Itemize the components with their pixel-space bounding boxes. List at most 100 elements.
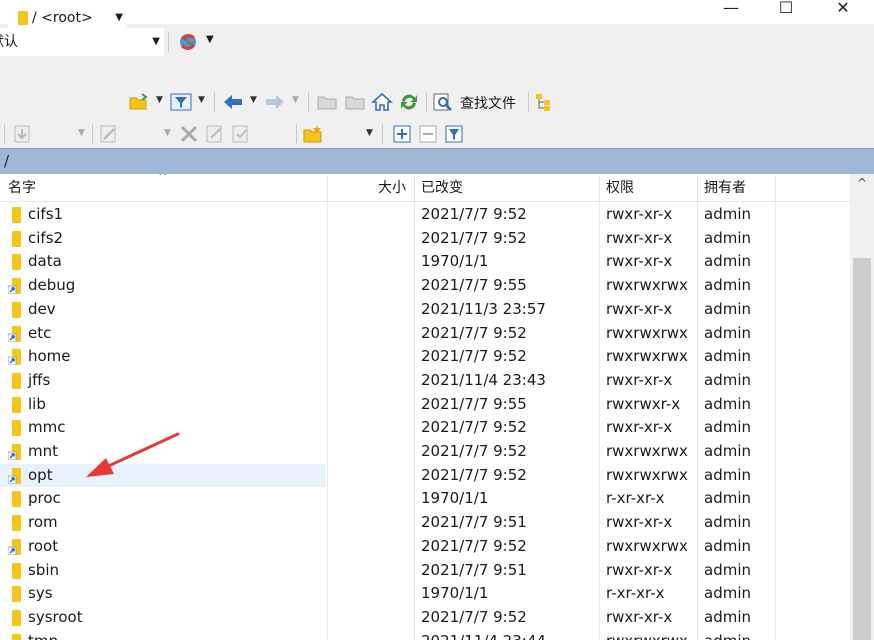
file-permissions: rwxrwxrwx bbox=[606, 323, 688, 342]
session-bar: 默认 ▼ ▼ bbox=[0, 24, 874, 84]
file-name: mmc bbox=[28, 418, 66, 437]
column-divider[interactable] bbox=[697, 176, 698, 202]
folder-link-icon bbox=[8, 467, 21, 484]
file-modified: 2021/11/4 23:43 bbox=[421, 370, 546, 389]
new-folder-icon[interactable] bbox=[302, 124, 324, 144]
chevron-down-icon[interactable]: ▼ bbox=[366, 128, 373, 138]
folder-icon bbox=[12, 207, 21, 223]
column-header-permissions[interactable]: 权限 bbox=[606, 174, 634, 202]
file-name: sbin bbox=[28, 560, 60, 579]
column-divider[interactable] bbox=[414, 176, 415, 202]
file-row[interactable]: jffs 2021/11/4 23:43 rwxr-xr-x admin bbox=[0, 369, 850, 393]
file-row[interactable]: debug 2021/7/7 9:55 rwxrwxrwx admin bbox=[0, 274, 850, 298]
file-list[interactable]: 名字 ^ 大小 已改变 权限 拥有者 cifs1 2021/7/7 9:52 rwx… bbox=[0, 174, 850, 640]
column-header-size[interactable]: 大小 bbox=[378, 174, 406, 202]
path-select-value: / <root> bbox=[32, 10, 93, 26]
column-header-name[interactable]: 名字 bbox=[8, 174, 36, 202]
file-row[interactable]: data 1970/1/1 rwxr-xr-x admin bbox=[0, 250, 850, 274]
file-owner: admin bbox=[704, 584, 751, 603]
file-name: cifs1 bbox=[28, 205, 64, 223]
file-row[interactable]: dev 2021/11/3 23:57 rwxr-xr-x admin bbox=[0, 298, 850, 322]
folder-icon bbox=[12, 562, 21, 579]
file-row[interactable]: sysroot 2021/7/7 9:52 rwxr-xr-x admin bbox=[0, 606, 850, 630]
filter-icon[interactable] bbox=[170, 92, 192, 112]
session-select[interactable]: 默认 ▼ bbox=[0, 28, 164, 56]
file-modified: 2021/7/7 9:51 bbox=[421, 513, 527, 532]
file-permissions: rwxrwxrwx bbox=[606, 630, 688, 640]
path-select[interactable]: / <root> ▼ bbox=[8, 6, 126, 30]
file-row[interactable]: home 2021/7/7 9:52 rwxrwxrwx admin bbox=[0, 345, 850, 369]
select-plus-icon[interactable] bbox=[392, 124, 414, 144]
chevron-down-icon[interactable]: ▼ bbox=[250, 95, 257, 105]
column-divider[interactable] bbox=[327, 176, 328, 202]
file-row[interactable]: sys 1970/1/1 r-xr-xr-x admin bbox=[0, 582, 850, 606]
open-folder-icon[interactable] bbox=[128, 92, 150, 112]
file-permissions: rwxr-xr-x bbox=[606, 607, 673, 626]
file-permissions: rwxr-xr-x bbox=[606, 228, 673, 247]
forward-arrow-icon bbox=[266, 95, 284, 109]
file-permissions: rwxr-xr-x bbox=[606, 252, 673, 271]
column-header-modified[interactable]: 已改变 bbox=[421, 174, 463, 202]
file-name: sysroot bbox=[28, 607, 83, 626]
download-icon bbox=[14, 125, 30, 143]
back-arrow-icon[interactable] bbox=[222, 92, 244, 112]
toolbar-separator bbox=[426, 92, 427, 112]
tree-view-icon[interactable] bbox=[534, 92, 556, 112]
session-select-value: 默认 bbox=[0, 34, 18, 50]
chevron-down-icon: ▼ bbox=[292, 95, 299, 105]
find-files-icon[interactable] bbox=[432, 92, 454, 112]
file-row[interactable]: tmp 2021/11/4 23:44 rwxrwxrwx admin bbox=[0, 630, 850, 640]
file-modified: 2021/11/4 23:44 bbox=[421, 630, 546, 640]
file-name: rom bbox=[28, 513, 58, 532]
file-modified: 1970/1/1 bbox=[421, 252, 489, 271]
file-row[interactable]: sbin 2021/7/7 9:51 rwxr-xr-x admin bbox=[0, 559, 850, 583]
file-name: home bbox=[28, 347, 71, 366]
scrollbar-thumb[interactable] bbox=[853, 258, 871, 640]
chevron-down-icon[interactable]: ▼ bbox=[206, 34, 214, 45]
chevron-down-icon[interactable]: ▼ bbox=[198, 95, 205, 105]
folder-icon bbox=[12, 515, 21, 532]
maximize-button[interactable]: ☐ bbox=[763, 0, 809, 20]
annotation-arrow-icon bbox=[86, 432, 180, 477]
file-row[interactable]: lib 2021/7/7 9:55 rwxrwxr-x admin bbox=[0, 393, 850, 417]
file-row[interactable]: etc 2021/7/7 9:52 rwxrwxrwx admin bbox=[0, 322, 850, 346]
file-row[interactable]: cifs1 2021/7/7 9:52 rwxr-xr-x admin bbox=[0, 203, 850, 227]
file-row[interactable]: cifs2 2021/7/7 9:52 rwxr-xr-x admin bbox=[0, 227, 850, 251]
file-row[interactable]: rom 2021/7/7 9:51 rwxr-xr-x admin bbox=[0, 511, 850, 535]
sync-globe-icon[interactable] bbox=[176, 30, 200, 54]
file-owner: admin bbox=[704, 630, 751, 640]
folder-icon bbox=[12, 420, 21, 437]
refresh-icon[interactable] bbox=[398, 92, 420, 112]
file-owner: admin bbox=[704, 228, 751, 247]
file-row[interactable]: root 2021/7/7 9:52 rwxrwxrwx admin bbox=[0, 535, 850, 559]
file-permissions: rwxr-xr-x bbox=[606, 418, 673, 437]
folder-link-icon bbox=[8, 325, 21, 342]
home-icon[interactable] bbox=[371, 92, 393, 112]
toolbar-separator bbox=[382, 124, 383, 144]
scroll-up-icon[interactable]: ^ bbox=[850, 176, 874, 196]
file-permissions: rwxrwxrwx bbox=[606, 465, 688, 484]
close-button[interactable]: ✕ bbox=[820, 0, 866, 20]
column-header-owner[interactable]: 拥有者 bbox=[704, 174, 746, 202]
chevron-down-icon[interactable]: ▼ bbox=[156, 95, 163, 105]
file-permissions: r-xr-xr-x bbox=[606, 489, 665, 508]
column-divider[interactable] bbox=[599, 176, 600, 202]
folder-icon bbox=[12, 586, 21, 603]
folder-icon bbox=[12, 609, 21, 626]
file-row[interactable]: proc 1970/1/1 r-xr-xr-x admin bbox=[0, 487, 850, 511]
filter-select-icon[interactable] bbox=[444, 124, 466, 144]
file-permissions: rwxrwxrwx bbox=[606, 347, 688, 366]
toolbar-separator bbox=[308, 92, 309, 112]
file-name: data bbox=[28, 252, 62, 271]
vertical-scrollbar[interactable]: ^ bbox=[850, 174, 874, 640]
folder-icon bbox=[18, 11, 28, 25]
minimize-button[interactable]: — bbox=[708, 0, 754, 20]
find-files-button[interactable]: 查找文件 bbox=[460, 93, 516, 113]
column-divider[interactable] bbox=[775, 176, 776, 202]
file-owner: admin bbox=[704, 513, 751, 532]
file-permissions: rwxr-xr-x bbox=[606, 370, 673, 389]
file-name: lib bbox=[28, 394, 46, 413]
sort-ascending-icon: ^ bbox=[158, 174, 168, 183]
toolbar-separator bbox=[168, 32, 169, 52]
file-modified: 2021/7/7 9:52 bbox=[421, 228, 527, 247]
